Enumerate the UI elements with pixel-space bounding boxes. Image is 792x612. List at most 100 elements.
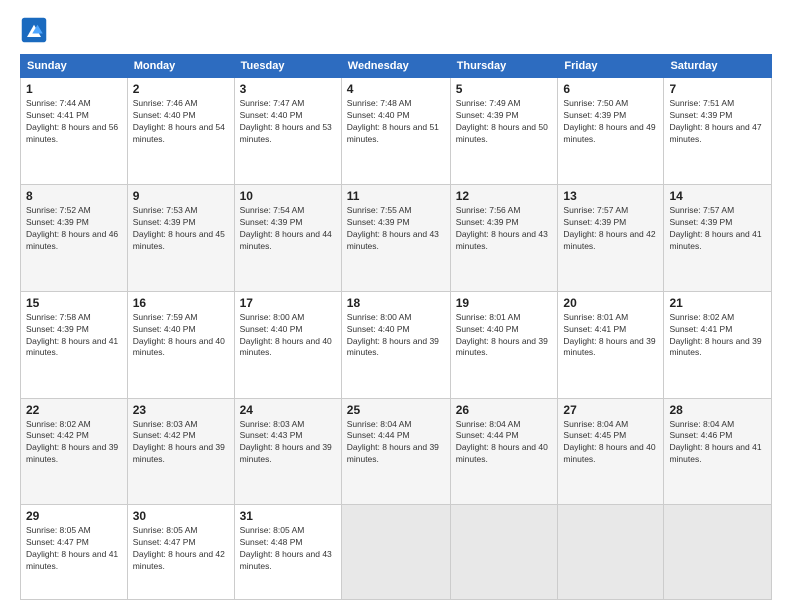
weekday-header: Sunday xyxy=(21,55,128,78)
day-info: Sunrise: 8:04 AMSunset: 4:44 PMDaylight:… xyxy=(347,419,445,467)
day-number: 29 xyxy=(26,509,122,523)
day-info: Sunrise: 7:59 AMSunset: 4:40 PMDaylight:… xyxy=(133,312,229,360)
logo xyxy=(20,16,52,44)
day-number: 11 xyxy=(347,189,445,203)
day-info: Sunrise: 8:01 AMSunset: 4:41 PMDaylight:… xyxy=(563,312,658,360)
day-number: 31 xyxy=(240,509,336,523)
calendar-cell: 3 Sunrise: 7:47 AMSunset: 4:40 PMDaylight… xyxy=(234,78,341,185)
calendar-cell xyxy=(558,505,664,600)
calendar-cell: 12 Sunrise: 7:56 AMSunset: 4:39 PMDayligh… xyxy=(450,184,558,291)
day-number: 7 xyxy=(669,82,766,96)
day-info: Sunrise: 8:04 AMSunset: 4:45 PMDaylight:… xyxy=(563,419,658,467)
calendar-cell: 14 Sunrise: 7:57 AMSunset: 4:39 PMDayligh… xyxy=(664,184,772,291)
day-info: Sunrise: 7:51 AMSunset: 4:39 PMDaylight:… xyxy=(669,98,766,146)
calendar-cell xyxy=(341,505,450,600)
calendar-cell: 16 Sunrise: 7:59 AMSunset: 4:40 PMDayligh… xyxy=(127,291,234,398)
day-number: 24 xyxy=(240,403,336,417)
calendar-cell: 28 Sunrise: 8:04 AMSunset: 4:46 PMDayligh… xyxy=(664,398,772,505)
calendar-cell: 11 Sunrise: 7:55 AMSunset: 4:39 PMDayligh… xyxy=(341,184,450,291)
day-number: 8 xyxy=(26,189,122,203)
day-number: 28 xyxy=(669,403,766,417)
calendar-table: SundayMondayTuesdayWednesdayThursdayFrid… xyxy=(20,54,772,600)
day-info: Sunrise: 7:54 AMSunset: 4:39 PMDaylight:… xyxy=(240,205,336,253)
day-number: 1 xyxy=(26,82,122,96)
calendar-cell: 9 Sunrise: 7:53 AMSunset: 4:39 PMDaylight… xyxy=(127,184,234,291)
day-number: 15 xyxy=(26,296,122,310)
day-number: 14 xyxy=(669,189,766,203)
calendar-cell xyxy=(664,505,772,600)
day-info: Sunrise: 7:50 AMSunset: 4:39 PMDaylight:… xyxy=(563,98,658,146)
day-info: Sunrise: 8:05 AMSunset: 4:47 PMDaylight:… xyxy=(26,525,122,573)
calendar-cell: 30Sunrise: 8:05 AMSunset: 4:47 PMDayligh… xyxy=(127,505,234,600)
calendar-cell: 22 Sunrise: 8:02 AMSunset: 4:42 PMDayligh… xyxy=(21,398,128,505)
day-number: 23 xyxy=(133,403,229,417)
day-info: Sunrise: 7:52 AMSunset: 4:39 PMDaylight:… xyxy=(26,205,122,253)
calendar-cell: 23 Sunrise: 8:03 AMSunset: 4:42 PMDayligh… xyxy=(127,398,234,505)
day-number: 26 xyxy=(456,403,553,417)
calendar-cell: 13 Sunrise: 7:57 AMSunset: 4:39 PMDayligh… xyxy=(558,184,664,291)
day-info: Sunrise: 8:02 AMSunset: 4:42 PMDaylight:… xyxy=(26,419,122,467)
day-info: Sunrise: 8:04 AMSunset: 4:44 PMDaylight:… xyxy=(456,419,553,467)
weekday-header: Friday xyxy=(558,55,664,78)
page: SundayMondayTuesdayWednesdayThursdayFrid… xyxy=(0,0,792,612)
day-number: 10 xyxy=(240,189,336,203)
weekday-header: Tuesday xyxy=(234,55,341,78)
day-info: Sunrise: 8:00 AMSunset: 4:40 PMDaylight:… xyxy=(347,312,445,360)
calendar-cell: 25 Sunrise: 8:04 AMSunset: 4:44 PMDayligh… xyxy=(341,398,450,505)
calendar-cell: 20 Sunrise: 8:01 AMSunset: 4:41 PMDayligh… xyxy=(558,291,664,398)
day-number: 9 xyxy=(133,189,229,203)
header xyxy=(20,16,772,44)
day-number: 20 xyxy=(563,296,658,310)
weekday-header: Wednesday xyxy=(341,55,450,78)
day-number: 30 xyxy=(133,509,229,523)
calendar-cell: 8 Sunrise: 7:52 AMSunset: 4:39 PMDaylight… xyxy=(21,184,128,291)
calendar-cell: 6 Sunrise: 7:50 AMSunset: 4:39 PMDaylight… xyxy=(558,78,664,185)
day-number: 6 xyxy=(563,82,658,96)
calendar-cell: 21 Sunrise: 8:02 AMSunset: 4:41 PMDayligh… xyxy=(664,291,772,398)
calendar-cell: 15 Sunrise: 7:58 AMSunset: 4:39 PMDayligh… xyxy=(21,291,128,398)
day-info: Sunrise: 8:02 AMSunset: 4:41 PMDaylight:… xyxy=(669,312,766,360)
calendar-cell: 31 Sunrise: 8:05 AMSunset: 4:48 PMDayligh… xyxy=(234,505,341,600)
day-info: Sunrise: 7:44 AMSunset: 4:41 PMDaylight:… xyxy=(26,98,122,146)
day-number: 13 xyxy=(563,189,658,203)
day-number: 27 xyxy=(563,403,658,417)
calendar-cell: 7 Sunrise: 7:51 AMSunset: 4:39 PMDaylight… xyxy=(664,78,772,185)
day-info: Sunrise: 7:55 AMSunset: 4:39 PMDaylight:… xyxy=(347,205,445,253)
day-info: Sunrise: 7:48 AMSunset: 4:40 PMDaylight:… xyxy=(347,98,445,146)
calendar-cell: 29 Sunrise: 8:05 AMSunset: 4:47 PMDayligh… xyxy=(21,505,128,600)
calendar-cell: 26 Sunrise: 8:04 AMSunset: 4:44 PMDayligh… xyxy=(450,398,558,505)
calendar-cell: 1 Sunrise: 7:44 AMSunset: 4:41 PMDaylight… xyxy=(21,78,128,185)
day-info: Sunrise: 8:03 AMSunset: 4:43 PMDaylight:… xyxy=(240,419,336,467)
day-number: 12 xyxy=(456,189,553,203)
day-number: 19 xyxy=(456,296,553,310)
day-number: 25 xyxy=(347,403,445,417)
day-info: Sunrise: 8:05 AMSunset: 4:48 PMDaylight:… xyxy=(240,525,336,573)
day-info: Sunrise: 7:46 AMSunset: 4:40 PMDaylight:… xyxy=(133,98,229,146)
day-number: 2 xyxy=(133,82,229,96)
day-info: Sunrise: 7:56 AMSunset: 4:39 PMDaylight:… xyxy=(456,205,553,253)
calendar-cell: 18 Sunrise: 8:00 AMSunset: 4:40 PMDayligh… xyxy=(341,291,450,398)
calendar-cell: 4Sunrise: 7:48 AMSunset: 4:40 PMDaylight… xyxy=(341,78,450,185)
day-info: Sunrise: 7:57 AMSunset: 4:39 PMDaylight:… xyxy=(563,205,658,253)
day-number: 17 xyxy=(240,296,336,310)
calendar-cell: 10 Sunrise: 7:54 AMSunset: 4:39 PMDayligh… xyxy=(234,184,341,291)
day-number: 16 xyxy=(133,296,229,310)
calendar-cell: 5 Sunrise: 7:49 AMSunset: 4:39 PMDaylight… xyxy=(450,78,558,185)
day-info: Sunrise: 8:04 AMSunset: 4:46 PMDaylight:… xyxy=(669,419,766,467)
day-number: 5 xyxy=(456,82,553,96)
day-number: 18 xyxy=(347,296,445,310)
day-info: Sunrise: 7:47 AMSunset: 4:40 PMDaylight:… xyxy=(240,98,336,146)
day-info: Sunrise: 8:03 AMSunset: 4:42 PMDaylight:… xyxy=(133,419,229,467)
day-info: Sunrise: 7:53 AMSunset: 4:39 PMDaylight:… xyxy=(133,205,229,253)
day-info: Sunrise: 7:58 AMSunset: 4:39 PMDaylight:… xyxy=(26,312,122,360)
calendar-cell: 27 Sunrise: 8:04 AMSunset: 4:45 PMDayligh… xyxy=(558,398,664,505)
day-number: 22 xyxy=(26,403,122,417)
calendar-cell: 24 Sunrise: 8:03 AMSunset: 4:43 PMDayligh… xyxy=(234,398,341,505)
day-number: 3 xyxy=(240,82,336,96)
calendar-cell: 17Sunrise: 8:00 AMSunset: 4:40 PMDayligh… xyxy=(234,291,341,398)
calendar-cell: 19 Sunrise: 8:01 AMSunset: 4:40 PMDayligh… xyxy=(450,291,558,398)
day-info: Sunrise: 7:49 AMSunset: 4:39 PMDaylight:… xyxy=(456,98,553,146)
day-info: Sunrise: 7:57 AMSunset: 4:39 PMDaylight:… xyxy=(669,205,766,253)
day-number: 21 xyxy=(669,296,766,310)
day-info: Sunrise: 8:01 AMSunset: 4:40 PMDaylight:… xyxy=(456,312,553,360)
